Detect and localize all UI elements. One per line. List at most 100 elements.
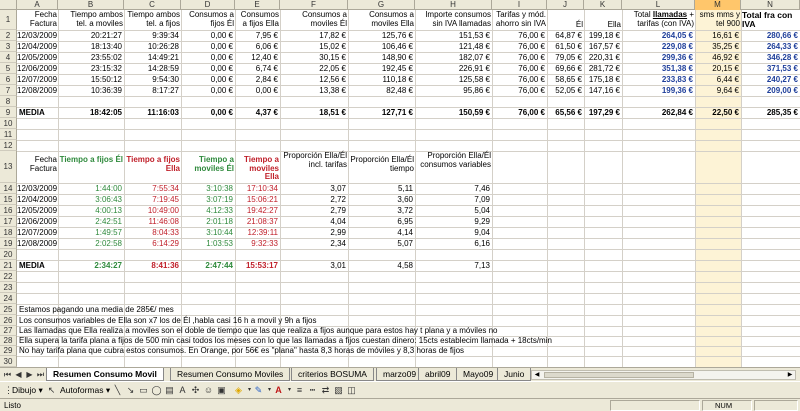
table-cell[interactable]: 0,00 € — [181, 31, 233, 40]
row-header[interactable]: 7 — [0, 85, 17, 96]
table-cell[interactable]: 69,66 € — [547, 64, 582, 73]
table-cell[interactable]: 5,04 — [415, 206, 490, 215]
scrollbar-thumb[interactable] — [544, 372, 694, 378]
table-cell[interactable]: 209,00 € — [741, 86, 798, 95]
t2-header-proporcion-tiempo[interactable]: Proporción Ella/Él tiempo — [348, 155, 414, 174]
table-cell[interactable]: 12,56 € — [280, 75, 346, 84]
row-header[interactable]: 22 — [0, 271, 17, 282]
table-cell[interactable]: 7:55:34 — [124, 184, 179, 193]
row-header[interactable]: 1 — [0, 10, 17, 30]
table-cell[interactable]: 10:36:39 — [58, 86, 122, 95]
column-header-h[interactable]: H — [415, 0, 492, 10]
table-cell[interactable]: 9:32:33 — [235, 239, 278, 248]
dash-style-icon[interactable]: ┅ — [307, 385, 318, 396]
table-cell[interactable]: 35,25 € — [695, 42, 739, 51]
header-importe-consumos[interactable]: Importe consumos sin IVA llamadas — [415, 10, 491, 29]
header-tiempo-fijos[interactable]: Tiempo ambos tel. a fijos — [124, 10, 180, 29]
table-cell[interactable]: 22,05 € — [280, 64, 346, 73]
row-header[interactable]: 12 — [0, 140, 17, 151]
date-cell[interactable]: 12/05/2009 — [17, 206, 57, 215]
note-text[interactable]: Las llamadas que Ella realiza a moviles … — [19, 326, 498, 335]
media-cell[interactable]: 150,59 € — [415, 108, 490, 117]
media-cell[interactable]: 15:53:17 — [235, 261, 278, 270]
table-cell[interactable]: 14:49:21 — [124, 53, 179, 62]
table-cell[interactable]: 52,05 € — [547, 86, 582, 95]
row-header[interactable]: 23 — [0, 282, 17, 293]
draw-menu-button[interactable]: Dibujo ▾ — [12, 384, 43, 397]
table-cell[interactable]: 3,07 — [280, 184, 346, 193]
column-header-d[interactable]: D — [181, 0, 235, 10]
table-cell[interactable]: 6:14:29 — [124, 239, 179, 248]
t2-header-proporcion-tarifas[interactable]: Proporción Ella/Él incl. tarifas — [280, 151, 347, 179]
table-cell[interactable]: 0,00 € — [181, 75, 233, 84]
media-cell[interactable]: 262,84 € — [622, 108, 693, 117]
row-header[interactable]: 5 — [0, 63, 17, 74]
table-cell[interactable]: 233,83 € — [622, 75, 693, 84]
media-cell[interactable]: 22,50 € — [695, 108, 739, 117]
tab-resumen-consumo-movil[interactable]: Resumen Consumo Movil — [46, 368, 164, 381]
table-cell[interactable]: 2:01:18 — [181, 217, 233, 226]
media-cell[interactable]: 65,56 € — [547, 108, 582, 117]
table-cell[interactable]: 11:46:08 — [124, 217, 179, 226]
table-cell[interactable]: 4:12:33 — [181, 206, 233, 215]
table-cell[interactable]: 148,90 € — [348, 53, 413, 62]
table-cell[interactable]: 2,79 — [280, 206, 346, 215]
textbox-icon[interactable]: ▤ — [164, 385, 175, 396]
column-header-n[interactable]: N — [741, 0, 800, 10]
3d-icon[interactable]: ◫ — [346, 385, 357, 396]
column-header-a[interactable]: A — [17, 0, 58, 10]
table-cell[interactable]: 21:08:37 — [235, 217, 278, 226]
table-cell[interactable]: 3:06:43 — [58, 195, 122, 204]
header-consumos-moviles-el[interactable]: Consumos a moviles Él — [280, 10, 347, 29]
table-cell[interactable]: 229,08 € — [622, 42, 693, 51]
line-color-icon[interactable]: ✎ — [253, 385, 264, 396]
header-fecha-factura[interactable]: Fecha Factura — [17, 10, 57, 29]
table-cell[interactable]: 82,48 € — [348, 86, 413, 95]
media-cell[interactable]: 18:42:05 — [58, 108, 122, 117]
table-cell[interactable]: 7,09 — [415, 195, 490, 204]
table-cell[interactable]: 125,58 € — [415, 75, 490, 84]
row-header[interactable]: 21 — [0, 260, 17, 271]
table-cell[interactable]: 9,04 — [415, 228, 490, 237]
media-cell[interactable]: 285,35 € — [741, 108, 798, 117]
table-cell[interactable]: 23:15:32 — [58, 64, 122, 73]
table-cell[interactable]: 2:02:58 — [58, 239, 122, 248]
line-style-icon[interactable]: ≡ — [294, 385, 305, 396]
table-cell[interactable]: 46,92 € — [695, 53, 739, 62]
media-cell[interactable]: 0,00 € — [181, 108, 233, 117]
table-cell[interactable]: 125,76 € — [348, 31, 413, 40]
table-cell[interactable]: 199,36 € — [622, 86, 693, 95]
column-header-g[interactable]: G — [348, 0, 415, 10]
table-cell[interactable]: 2,84 € — [235, 75, 278, 84]
scroll-right-icon[interactable]: ▶ — [785, 371, 795, 379]
date-cell[interactable]: 12/07/2009 — [17, 228, 57, 237]
oval-icon[interactable]: ◯ — [151, 385, 162, 396]
table-cell[interactable]: 226,91 € — [415, 64, 490, 73]
table-cell[interactable]: 18:13:40 — [58, 42, 122, 51]
row-header[interactable]: 10 — [0, 118, 17, 129]
clipart-icon[interactable]: ☺ — [203, 385, 214, 396]
table-cell[interactable]: 2:42:51 — [58, 217, 122, 226]
column-header-e[interactable]: E — [235, 0, 280, 10]
table-cell[interactable]: 351,38 € — [622, 64, 693, 73]
shadow-icon[interactable]: ▧ — [333, 385, 344, 396]
table-cell[interactable]: 346,28 € — [741, 53, 798, 62]
row-header[interactable]: 27 — [0, 326, 17, 336]
media-cell[interactable]: 127,71 € — [348, 108, 413, 117]
row-header[interactable]: 2 — [0, 30, 17, 41]
fill-color-icon[interactable]: ◈ — [233, 385, 244, 396]
table-cell[interactable]: 14:28:59 — [124, 64, 179, 73]
column-header-l[interactable]: L — [622, 0, 695, 10]
table-cell[interactable]: 9,29 — [415, 217, 490, 226]
table-cell[interactable]: 220,31 € — [584, 53, 620, 62]
table-cell[interactable]: 76,00 € — [492, 31, 545, 40]
table-cell[interactable]: 5,07 — [348, 239, 413, 248]
row-header[interactable]: 25 — [0, 304, 17, 315]
diagram-icon[interactable]: ✣ — [190, 385, 201, 396]
table-cell[interactable]: 7,95 € — [235, 31, 278, 40]
table-cell[interactable]: 299,36 € — [622, 53, 693, 62]
row-header[interactable]: 9 — [0, 107, 17, 118]
table-cell[interactable]: 10:49:00 — [124, 206, 179, 215]
table-cell[interactable]: 15,02 € — [280, 42, 346, 51]
date-cell[interactable]: 12/07/2009 — [17, 75, 57, 84]
